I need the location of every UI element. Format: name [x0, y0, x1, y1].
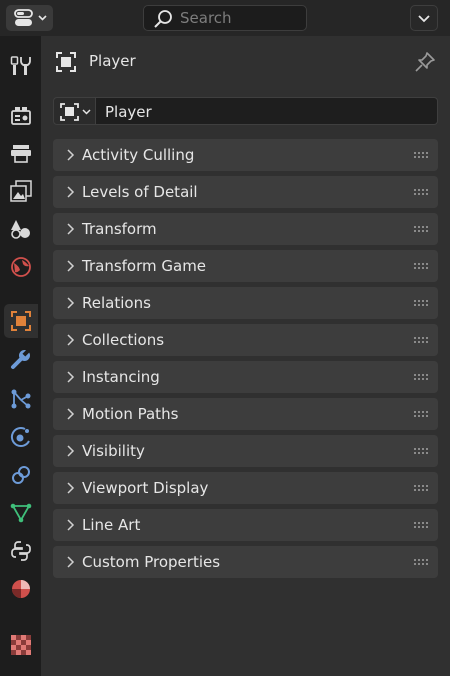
search-placeholder: Search	[180, 9, 232, 27]
material-icon	[12, 580, 30, 598]
world-tab[interactable]	[4, 250, 38, 284]
panel-label: Relations	[82, 294, 151, 312]
tool-icon	[10, 56, 31, 75]
view-layer-tab[interactable]	[4, 174, 38, 208]
panel-label: Instancing	[82, 368, 160, 386]
drag-handle-icon[interactable]	[414, 448, 428, 454]
drag-handle-icon[interactable]	[414, 300, 428, 306]
wrench-icon	[11, 349, 30, 369]
panel-label: Transform	[82, 220, 157, 238]
material-tab[interactable]	[4, 572, 38, 606]
drag-handle-icon[interactable]	[414, 337, 428, 343]
output-icon	[11, 145, 31, 163]
physics-tab[interactable]	[4, 420, 38, 454]
python-icon	[11, 541, 31, 561]
object-name-field[interactable]: Player	[96, 97, 438, 125]
view-layer-icon	[10, 180, 32, 202]
drag-handle-icon[interactable]	[414, 522, 428, 528]
chevron-right-icon	[67, 482, 75, 494]
chevron-right-icon	[67, 186, 75, 198]
object-type-dropdown[interactable]	[53, 97, 96, 125]
panel-levels-of-detail[interactable]: Levels of Detail	[53, 176, 438, 208]
panel-instancing[interactable]: Instancing	[53, 361, 438, 393]
tool-tab[interactable]	[4, 49, 38, 83]
physics-icon	[10, 427, 30, 448]
chevron-right-icon	[67, 445, 75, 457]
drag-handle-icon[interactable]	[414, 374, 428, 380]
context-title: Player	[89, 52, 136, 70]
panel-transform[interactable]: Transform	[53, 213, 438, 245]
panel-label: Custom Properties	[82, 553, 221, 571]
chevron-right-icon	[67, 519, 75, 531]
data-tab[interactable]	[4, 496, 38, 530]
drag-handle-icon[interactable]	[414, 411, 428, 417]
context-header: Player	[41, 36, 450, 88]
panel-line-art[interactable]: Line Art	[53, 509, 438, 541]
options-dropdown-button[interactable]	[410, 5, 438, 31]
panel-motion-paths[interactable]: Motion Paths	[53, 398, 438, 430]
drag-handle-icon[interactable]	[414, 189, 428, 195]
object-icon	[11, 311, 31, 331]
scene-icon	[11, 220, 30, 239]
object-icon	[60, 103, 91, 121]
panel-label: Motion Paths	[82, 405, 179, 423]
drag-handle-icon[interactable]	[414, 226, 428, 232]
search-field[interactable]: Search	[143, 5, 307, 31]
chevron-right-icon	[67, 334, 75, 346]
chevron-right-icon	[67, 260, 75, 272]
properties-header: Search	[0, 0, 450, 36]
chevron-right-icon	[67, 556, 75, 568]
panel-viewport-display[interactable]: Viewport Display	[53, 472, 438, 504]
search-icon	[154, 10, 172, 28]
object-tab[interactable]	[4, 304, 38, 338]
panel-transform-game[interactable]: Transform Game	[53, 250, 438, 282]
chevron-right-icon	[67, 408, 75, 420]
texture-icon	[11, 635, 31, 655]
panel-relations[interactable]: Relations	[53, 287, 438, 319]
drag-handle-icon[interactable]	[414, 152, 428, 158]
properties-tab-bar	[0, 36, 41, 676]
drag-handle-icon[interactable]	[414, 263, 428, 269]
drag-handle-icon[interactable]	[414, 485, 428, 491]
object-name-value: Player	[105, 103, 152, 121]
panel-collections[interactable]: Collections	[53, 324, 438, 356]
panel-label: Collections	[82, 331, 165, 349]
particles-icon	[11, 389, 31, 409]
panel-label: Levels of Detail	[82, 183, 198, 201]
chevron-right-icon	[67, 223, 75, 235]
panel-label: Activity Culling	[82, 146, 195, 164]
object-icon	[56, 52, 76, 72]
scene-tab[interactable]	[4, 212, 38, 246]
script-tab[interactable]	[4, 534, 38, 568]
chevron-right-icon	[67, 149, 75, 161]
texture-tab[interactable]	[4, 628, 38, 662]
mesh-data-icon	[10, 503, 32, 523]
constraints-tab[interactable]	[4, 458, 38, 492]
chevron-right-icon	[67, 371, 75, 383]
drag-handle-icon[interactable]	[414, 559, 428, 565]
chevron-right-icon	[67, 297, 75, 309]
editor-type-button[interactable]	[6, 5, 53, 31]
panel-label: Visibility	[82, 442, 145, 460]
output-tab[interactable]	[4, 136, 38, 170]
panel-label: Line Art	[82, 516, 141, 534]
render-icon	[11, 107, 31, 125]
particles-tab[interactable]	[4, 382, 38, 416]
pin-icon[interactable]	[414, 51, 436, 73]
render-tab[interactable]	[4, 98, 38, 132]
panel-activity-culling[interactable]: Activity Culling	[53, 139, 438, 171]
panel-visibility[interactable]: Visibility	[53, 435, 438, 467]
modifier-tab[interactable]	[4, 342, 38, 376]
object-selector: Player	[53, 97, 438, 125]
panel-label: Transform Game	[82, 257, 207, 275]
chevron-down-icon	[418, 15, 430, 23]
constraints-icon	[12, 466, 30, 484]
properties-editor-icon	[14, 9, 47, 26]
world-icon	[11, 257, 31, 277]
panel-custom-properties[interactable]: Custom Properties	[53, 546, 438, 578]
panel-label: Viewport Display	[82, 479, 209, 497]
